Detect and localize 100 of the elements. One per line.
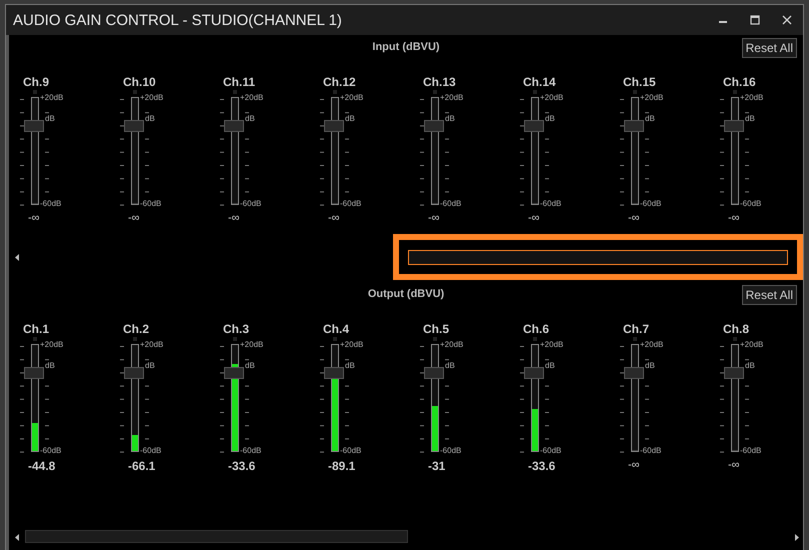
scale-label: -60dB — [440, 199, 462, 208]
fader-thumb[interactable] — [124, 120, 144, 132]
scale-label: dB — [145, 114, 155, 123]
reset-all-button[interactable]: Reset All — [742, 38, 797, 58]
clip-indicator — [533, 337, 537, 341]
channel-label: Ch.11 — [223, 75, 256, 91]
scale-label: dB — [145, 361, 155, 370]
panel-title: Output (dBVU) — [368, 288, 444, 300]
panel-title: Input (dBVU) — [372, 41, 440, 53]
reset-all-button[interactable]: Reset All — [742, 285, 797, 305]
scale-label: -60dB — [240, 199, 262, 208]
left-arrow-icon — [15, 534, 19, 540]
fader-thumb[interactable] — [24, 120, 44, 132]
level-reading: -∞ — [428, 212, 440, 224]
fader-thumb[interactable] — [624, 120, 644, 132]
scale-label: -60dB — [540, 199, 562, 208]
fader-thumb[interactable] — [424, 367, 444, 380]
scale-label: -60dB — [740, 199, 762, 208]
fader-thumb[interactable] — [224, 367, 244, 380]
channel-label: Ch.7 — [623, 322, 650, 338]
channel-label: Ch.16 — [723, 75, 756, 91]
scale-label: -60dB — [640, 446, 662, 455]
clip-indicator — [733, 337, 737, 341]
scale-label: dB — [445, 114, 455, 123]
level-reading: -66.1 — [128, 459, 156, 473]
scale-label: +20dB — [740, 340, 764, 349]
channel-label: Ch.10 — [123, 75, 156, 91]
clip-indicator — [33, 337, 37, 341]
level-reading: -∞ — [328, 212, 340, 224]
fader-thumb[interactable] — [524, 367, 544, 380]
right-arrow-icon — [795, 534, 799, 540]
channel-label: Ch.5 — [423, 322, 450, 338]
level-reading: -44.8 — [28, 459, 56, 473]
scale-label: -60dB — [440, 446, 462, 455]
clip-indicator — [333, 90, 337, 94]
left-arrow-icon — [14, 254, 19, 260]
scale-label: dB — [645, 114, 655, 123]
channel-label: Ch.13 — [423, 75, 456, 91]
level-reading: -89.1 — [328, 459, 356, 473]
scale-label: +20dB — [240, 340, 264, 349]
scale-label: dB — [245, 361, 255, 370]
scale-label: dB — [45, 114, 55, 123]
scale-label: -60dB — [640, 199, 662, 208]
scale-label: dB — [345, 361, 355, 370]
scale-label: -60dB — [740, 446, 762, 455]
level-reading: -33.6 — [528, 459, 556, 473]
level-reading: -∞ — [728, 212, 740, 224]
clip-indicator — [133, 90, 137, 94]
scale-label: dB — [645, 361, 655, 370]
scale-label: +20dB — [440, 93, 464, 102]
scale-label: dB — [445, 361, 455, 370]
level-reading: -31 — [428, 459, 446, 473]
fader-thumb[interactable] — [324, 367, 344, 380]
level-reading: -∞ — [628, 459, 640, 471]
level-reading: -∞ — [628, 212, 640, 224]
clip-indicator — [233, 337, 237, 341]
level-reading: -∞ — [28, 212, 40, 224]
fader-thumb[interactable] — [224, 120, 244, 132]
scale-label: +20dB — [340, 93, 364, 102]
fader-thumb[interactable] — [324, 120, 344, 132]
channel-label: Ch.12 — [323, 75, 356, 91]
level-reading: -∞ — [528, 212, 540, 224]
scale-label: -60dB — [540, 446, 562, 455]
channel-label: Ch.8 — [723, 322, 750, 338]
scale-label: dB — [45, 361, 55, 370]
channel-label: Ch.1 — [23, 322, 50, 338]
scroll-thumb[interactable] — [25, 530, 408, 543]
clip-indicator — [433, 337, 437, 341]
close-icon — [782, 15, 792, 25]
scale-label: -60dB — [140, 199, 162, 208]
channel-label: Ch.2 — [123, 322, 150, 338]
clip-indicator — [733, 90, 737, 94]
scale-label: dB — [345, 114, 355, 123]
fader-thumb[interactable] — [724, 367, 744, 380]
scale-label: +20dB — [40, 340, 64, 349]
maximize-icon — [750, 15, 760, 25]
fader-thumb[interactable] — [524, 120, 544, 132]
level-reading: -∞ — [228, 212, 240, 224]
scale-label: +20dB — [340, 340, 364, 349]
scale-label: dB — [745, 114, 755, 123]
scale-label: -60dB — [240, 446, 262, 455]
scale-label: +20dB — [540, 340, 564, 349]
fader-thumb[interactable] — [124, 367, 144, 380]
level-reading: -∞ — [128, 212, 140, 224]
scale-label: -60dB — [340, 199, 362, 208]
clip-indicator — [233, 90, 237, 94]
clip-indicator — [633, 337, 637, 341]
scale-label: +20dB — [640, 93, 664, 102]
scale-label: +20dB — [140, 93, 164, 102]
scale-label: dB — [245, 114, 255, 123]
channel-label: Ch.4 — [323, 322, 350, 338]
fader-thumb[interactable] — [724, 120, 744, 132]
scale-label: -60dB — [40, 446, 62, 455]
fader-thumb[interactable] — [24, 367, 44, 380]
fader-thumb[interactable] — [624, 367, 644, 380]
scale-label: +20dB — [40, 93, 64, 102]
fader-thumb[interactable] — [424, 120, 444, 132]
channel-label: Ch.6 — [523, 322, 550, 338]
clip-indicator — [633, 90, 637, 94]
scroll-bar[interactable] — [408, 250, 788, 264]
